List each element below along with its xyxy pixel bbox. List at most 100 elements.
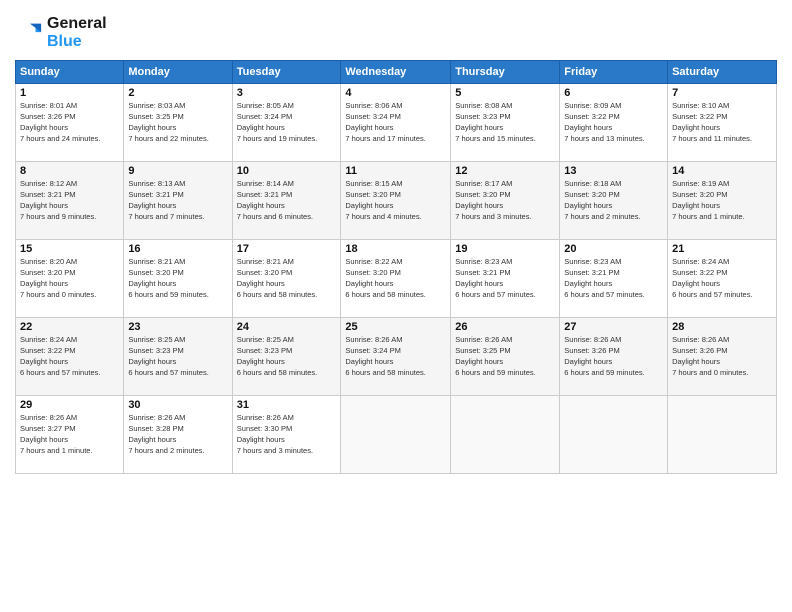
day-info: Sunrise: 8:21 AM Sunset: 3:20 PM Dayligh… — [128, 257, 227, 301]
day-info: Sunrise: 8:24 AM Sunset: 3:22 PM Dayligh… — [20, 335, 119, 379]
day-info: Sunrise: 8:05 AM Sunset: 3:24 PM Dayligh… — [237, 101, 337, 145]
day-number: 19 — [455, 243, 555, 255]
calendar-cell — [451, 396, 560, 474]
calendar-cell: 29 Sunrise: 8:26 AM Sunset: 3:27 PM Dayl… — [16, 396, 124, 474]
calendar-cell: 12 Sunrise: 8:17 AM Sunset: 3:20 PM Dayl… — [451, 162, 560, 240]
day-header-thursday: Thursday — [451, 61, 560, 84]
day-info: Sunrise: 8:23 AM Sunset: 3:21 PM Dayligh… — [455, 257, 555, 301]
calendar-week-1: 1 Sunrise: 8:01 AM Sunset: 3:26 PM Dayli… — [16, 84, 777, 162]
calendar-cell: 4 Sunrise: 8:06 AM Sunset: 3:24 PM Dayli… — [341, 84, 451, 162]
day-number: 10 — [237, 165, 337, 177]
calendar-page: General Blue SundayMondayTuesdayWednesda… — [0, 0, 792, 612]
day-info: Sunrise: 8:13 AM Sunset: 3:21 PM Dayligh… — [128, 179, 227, 223]
calendar-cell: 5 Sunrise: 8:08 AM Sunset: 3:23 PM Dayli… — [451, 84, 560, 162]
calendar-cell: 31 Sunrise: 8:26 AM Sunset: 3:30 PM Dayl… — [232, 396, 341, 474]
day-number: 7 — [672, 87, 772, 99]
day-number: 16 — [128, 243, 227, 255]
calendar-cell: 11 Sunrise: 8:15 AM Sunset: 3:20 PM Dayl… — [341, 162, 451, 240]
day-info: Sunrise: 8:10 AM Sunset: 3:22 PM Dayligh… — [672, 101, 772, 145]
day-number: 23 — [128, 321, 227, 333]
day-info: Sunrise: 8:26 AM Sunset: 3:25 PM Dayligh… — [455, 335, 555, 379]
day-number: 6 — [564, 87, 663, 99]
calendar-cell — [560, 396, 668, 474]
day-info: Sunrise: 8:26 AM Sunset: 3:24 PM Dayligh… — [345, 335, 446, 379]
day-number: 12 — [455, 165, 555, 177]
calendar-week-2: 8 Sunrise: 8:12 AM Sunset: 3:21 PM Dayli… — [16, 162, 777, 240]
calendar-cell — [668, 396, 777, 474]
day-info: Sunrise: 8:25 AM Sunset: 3:23 PM Dayligh… — [237, 335, 337, 379]
calendar-cell: 21 Sunrise: 8:24 AM Sunset: 3:22 PM Dayl… — [668, 240, 777, 318]
day-number: 5 — [455, 87, 555, 99]
calendar-cell: 1 Sunrise: 8:01 AM Sunset: 3:26 PM Dayli… — [16, 84, 124, 162]
day-info: Sunrise: 8:21 AM Sunset: 3:20 PM Dayligh… — [237, 257, 337, 301]
day-header-saturday: Saturday — [668, 61, 777, 84]
day-number: 4 — [345, 87, 446, 99]
day-number: 13 — [564, 165, 663, 177]
day-number: 8 — [20, 165, 119, 177]
calendar-week-3: 15 Sunrise: 8:20 AM Sunset: 3:20 PM Dayl… — [16, 240, 777, 318]
day-info: Sunrise: 8:22 AM Sunset: 3:20 PM Dayligh… — [345, 257, 446, 301]
day-number: 9 — [128, 165, 227, 177]
calendar-cell: 23 Sunrise: 8:25 AM Sunset: 3:23 PM Dayl… — [124, 318, 232, 396]
day-number: 29 — [20, 399, 119, 411]
day-header-wednesday: Wednesday — [341, 61, 451, 84]
day-number: 28 — [672, 321, 772, 333]
day-info: Sunrise: 8:26 AM Sunset: 3:28 PM Dayligh… — [128, 413, 227, 457]
logo-text: General Blue — [47, 15, 107, 50]
calendar-cell: 30 Sunrise: 8:26 AM Sunset: 3:28 PM Dayl… — [124, 396, 232, 474]
calendar-cell: 28 Sunrise: 8:26 AM Sunset: 3:26 PM Dayl… — [668, 318, 777, 396]
calendar-cell: 14 Sunrise: 8:19 AM Sunset: 3:20 PM Dayl… — [668, 162, 777, 240]
day-info: Sunrise: 8:06 AM Sunset: 3:24 PM Dayligh… — [345, 101, 446, 145]
day-info: Sunrise: 8:26 AM Sunset: 3:27 PM Dayligh… — [20, 413, 119, 457]
calendar-cell: 17 Sunrise: 8:21 AM Sunset: 3:20 PM Dayl… — [232, 240, 341, 318]
day-info: Sunrise: 8:19 AM Sunset: 3:20 PM Dayligh… — [672, 179, 772, 223]
day-info: Sunrise: 8:12 AM Sunset: 3:21 PM Dayligh… — [20, 179, 119, 223]
calendar-cell: 27 Sunrise: 8:26 AM Sunset: 3:26 PM Dayl… — [560, 318, 668, 396]
day-info: Sunrise: 8:26 AM Sunset: 3:30 PM Dayligh… — [237, 413, 337, 457]
day-number: 15 — [20, 243, 119, 255]
calendar-cell: 6 Sunrise: 8:09 AM Sunset: 3:22 PM Dayli… — [560, 84, 668, 162]
day-info: Sunrise: 8:18 AM Sunset: 3:20 PM Dayligh… — [564, 179, 663, 223]
day-number: 14 — [672, 165, 772, 177]
day-header-tuesday: Tuesday — [232, 61, 341, 84]
calendar-cell: 26 Sunrise: 8:26 AM Sunset: 3:25 PM Dayl… — [451, 318, 560, 396]
calendar-table: SundayMondayTuesdayWednesdayThursdayFrid… — [15, 60, 777, 474]
logo-icon — [15, 19, 43, 47]
header: General Blue — [15, 15, 777, 50]
day-info: Sunrise: 8:24 AM Sunset: 3:22 PM Dayligh… — [672, 257, 772, 301]
day-info: Sunrise: 8:14 AM Sunset: 3:21 PM Dayligh… — [237, 179, 337, 223]
day-number: 22 — [20, 321, 119, 333]
day-number: 26 — [455, 321, 555, 333]
calendar-cell: 9 Sunrise: 8:13 AM Sunset: 3:21 PM Dayli… — [124, 162, 232, 240]
calendar-cell: 18 Sunrise: 8:22 AM Sunset: 3:20 PM Dayl… — [341, 240, 451, 318]
calendar-cell: 7 Sunrise: 8:10 AM Sunset: 3:22 PM Dayli… — [668, 84, 777, 162]
day-info: Sunrise: 8:15 AM Sunset: 3:20 PM Dayligh… — [345, 179, 446, 223]
day-info: Sunrise: 8:26 AM Sunset: 3:26 PM Dayligh… — [564, 335, 663, 379]
day-info: Sunrise: 8:01 AM Sunset: 3:26 PM Dayligh… — [20, 101, 119, 145]
calendar-cell: 8 Sunrise: 8:12 AM Sunset: 3:21 PM Dayli… — [16, 162, 124, 240]
calendar-cell — [341, 396, 451, 474]
calendar-cell: 16 Sunrise: 8:21 AM Sunset: 3:20 PM Dayl… — [124, 240, 232, 318]
day-number: 1 — [20, 87, 119, 99]
calendar-cell: 24 Sunrise: 8:25 AM Sunset: 3:23 PM Dayl… — [232, 318, 341, 396]
day-info: Sunrise: 8:17 AM Sunset: 3:20 PM Dayligh… — [455, 179, 555, 223]
day-number: 11 — [345, 165, 446, 177]
day-number: 30 — [128, 399, 227, 411]
day-number: 25 — [345, 321, 446, 333]
calendar-cell: 25 Sunrise: 8:26 AM Sunset: 3:24 PM Dayl… — [341, 318, 451, 396]
day-info: Sunrise: 8:20 AM Sunset: 3:20 PM Dayligh… — [20, 257, 119, 301]
calendar-cell: 19 Sunrise: 8:23 AM Sunset: 3:21 PM Dayl… — [451, 240, 560, 318]
calendar-cell: 20 Sunrise: 8:23 AM Sunset: 3:21 PM Dayl… — [560, 240, 668, 318]
day-number: 18 — [345, 243, 446, 255]
calendar-cell: 13 Sunrise: 8:18 AM Sunset: 3:20 PM Dayl… — [560, 162, 668, 240]
logo: General Blue — [15, 15, 107, 50]
day-number: 2 — [128, 87, 227, 99]
day-info: Sunrise: 8:08 AM Sunset: 3:23 PM Dayligh… — [455, 101, 555, 145]
calendar-cell: 2 Sunrise: 8:03 AM Sunset: 3:25 PM Dayli… — [124, 84, 232, 162]
day-header-monday: Monday — [124, 61, 232, 84]
day-number: 27 — [564, 321, 663, 333]
day-number: 24 — [237, 321, 337, 333]
day-info: Sunrise: 8:25 AM Sunset: 3:23 PM Dayligh… — [128, 335, 227, 379]
day-number: 20 — [564, 243, 663, 255]
day-header-sunday: Sunday — [16, 61, 124, 84]
